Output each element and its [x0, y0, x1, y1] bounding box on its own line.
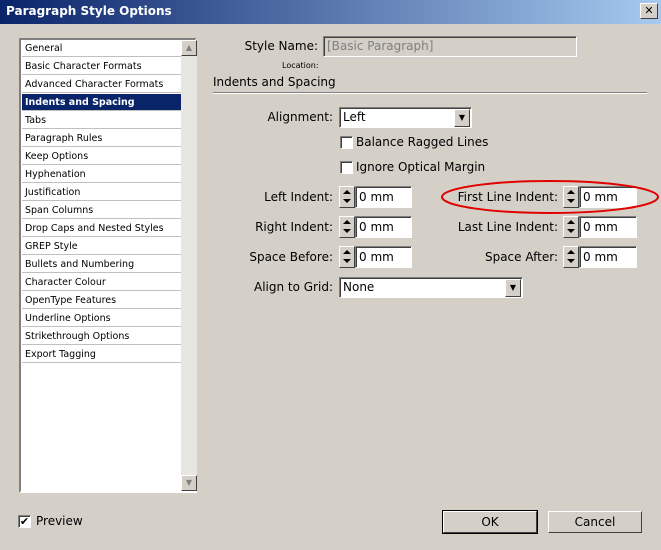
last-line-indent-stepper[interactable]	[563, 216, 579, 238]
balance-ragged-label: Balance Ragged Lines	[356, 135, 489, 149]
alignment-label: Alignment:	[267, 110, 333, 124]
alignment-select[interactable]: Left ▼	[339, 107, 472, 128]
cancel-button[interactable]: Cancel	[548, 511, 642, 533]
section-title: Indents and Spacing	[213, 75, 336, 89]
sidebar-item[interactable]: Tabs	[22, 112, 181, 129]
preview-label: Preview	[36, 514, 83, 528]
chevron-down-icon[interactable]: ▼	[454, 109, 470, 127]
last-line-indent-label: Last Line Indent:	[457, 220, 558, 234]
annotation-ellipse	[441, 180, 659, 214]
scroll-down-icon[interactable]: ▼	[181, 475, 197, 491]
sidebar-item[interactable]: Strikethrough Options	[22, 328, 181, 345]
left-indent-field[interactable]: 0 mm	[355, 186, 412, 208]
sidebar-item[interactable]: Drop Caps and Nested Styles	[22, 220, 181, 237]
sidebar-item[interactable]: Advanced Character Formats	[22, 76, 181, 93]
scrollbar-track[interactable]	[181, 40, 197, 491]
title-bar: Paragraph Style Options ✕	[0, 0, 661, 24]
space-after-field[interactable]: 0 mm	[579, 246, 637, 268]
sidebar-item[interactable]: Underline Options	[22, 310, 181, 327]
location-label: Location:	[282, 61, 319, 70]
sidebar-item[interactable]: Export Tagging	[22, 346, 181, 363]
sidebar-item[interactable]: Character Colour	[22, 274, 181, 291]
close-icon[interactable]: ✕	[640, 3, 658, 19]
space-before-stepper[interactable]	[339, 246, 355, 268]
left-indent-label: Left Indent:	[264, 190, 333, 204]
space-after-label: Space After:	[484, 250, 558, 264]
sidebar-item[interactable]: Indents and Spacing	[22, 94, 181, 111]
sidebar-item[interactable]: Paragraph Rules	[22, 130, 181, 147]
sidebar-item[interactable]: Keep Options	[22, 148, 181, 165]
category-list: General Basic Character Formats Advanced C…	[19, 38, 197, 493]
scroll-up-icon[interactable]: ▲	[181, 40, 197, 56]
alignment-value: Left	[343, 110, 366, 124]
sidebar-item[interactable]: Hyphenation	[22, 166, 181, 183]
balance-ragged-checkbox[interactable]	[340, 136, 353, 149]
align-to-grid-label: Align to Grid:	[253, 280, 333, 294]
style-name-field[interactable]: [Basic Paragraph]	[323, 36, 577, 57]
sidebar-item[interactable]: Justification	[22, 184, 181, 201]
right-indent-label: Right Indent:	[255, 220, 333, 234]
ignore-optical-label: Ignore Optical Margin	[356, 160, 486, 174]
chevron-down-icon[interactable]: ▼	[505, 279, 521, 297]
align-to-grid-select[interactable]: None ▼	[339, 277, 523, 298]
sidebar-item[interactable]: Basic Character Formats	[22, 58, 181, 75]
space-before-field[interactable]: 0 mm	[355, 246, 412, 268]
preview-checkbox[interactable]: ✔	[18, 515, 31, 528]
ignore-optical-checkbox[interactable]	[340, 161, 353, 174]
space-after-stepper[interactable]	[563, 246, 579, 268]
style-name-label: Style Name:	[244, 39, 318, 53]
right-indent-stepper[interactable]	[339, 216, 355, 238]
sidebar-item[interactable]: GREP Style	[22, 238, 181, 255]
space-before-label: Space Before:	[249, 250, 333, 264]
sidebar-item[interactable]: General	[22, 40, 181, 57]
sidebar-item[interactable]: Bullets and Numbering	[22, 256, 181, 273]
section-divider	[213, 92, 647, 94]
window-title: Paragraph Style Options	[6, 4, 172, 18]
left-indent-stepper[interactable]	[339, 186, 355, 208]
align-to-grid-value: None	[343, 280, 375, 294]
last-line-indent-field[interactable]: 0 mm	[579, 216, 637, 238]
sidebar-item[interactable]: Span Columns	[22, 202, 181, 219]
sidebar-item[interactable]: OpenType Features	[22, 292, 181, 309]
right-indent-field[interactable]: 0 mm	[355, 216, 412, 238]
ok-button[interactable]: OK	[442, 510, 538, 534]
